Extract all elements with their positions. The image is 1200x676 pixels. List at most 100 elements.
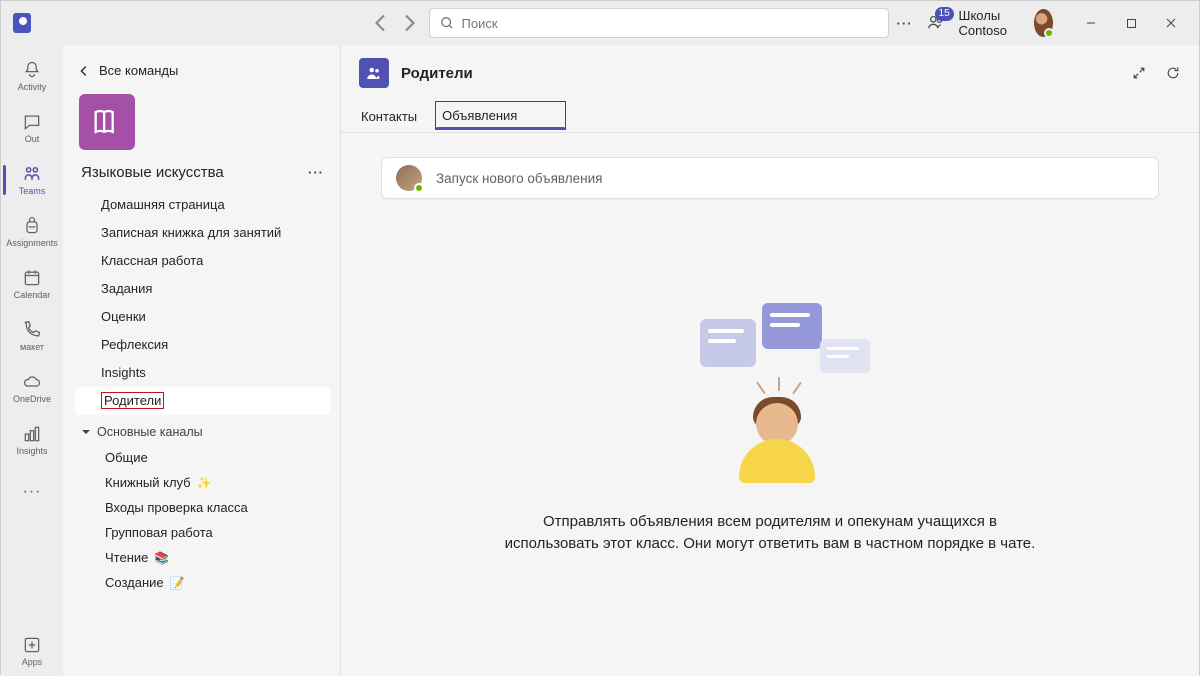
- sparkle-icon: ✨: [197, 476, 212, 490]
- main-panel: Родители Контакты Объявления Запуск ново…: [341, 45, 1199, 676]
- sub-channel-item[interactable]: Чтение 📚: [75, 545, 330, 570]
- title-bar: ··· 15 Школы Contoso: [1, 1, 1199, 45]
- rail-label: макет: [20, 342, 44, 352]
- nav-forward-button[interactable]: [397, 11, 421, 35]
- sub-channel-item[interactable]: Общие: [75, 445, 330, 470]
- rail-label: Calendar: [14, 290, 51, 300]
- book-icon: [90, 105, 124, 139]
- tab-bar: Контакты Объявления: [341, 101, 1199, 133]
- calendar-icon: [22, 268, 42, 288]
- sub-channel-label: Групповая работа: [105, 525, 213, 540]
- chat-icon: [22, 112, 42, 132]
- notification-badge: 15: [935, 7, 954, 21]
- more-options-button[interactable]: ···: [897, 16, 913, 31]
- chevron-left-icon: [77, 64, 91, 78]
- empty-state-text: Отправлять объявления всем родителям и о…: [505, 511, 1036, 555]
- tab-announcements[interactable]: Объявления: [435, 101, 566, 130]
- channel-item[interactable]: Оценки: [75, 303, 330, 331]
- rail-label: Apps: [22, 657, 43, 667]
- channels-section-toggle[interactable]: Основные каналы: [75, 415, 330, 445]
- channel-item[interactable]: Домашняя страница: [75, 191, 330, 219]
- sub-channel-item[interactable]: Групповая работа: [75, 520, 330, 545]
- window-close-button[interactable]: [1151, 8, 1191, 38]
- tab-contacts[interactable]: Контакты: [359, 101, 419, 132]
- sub-channel-item[interactable]: Создание 📝: [75, 570, 330, 595]
- presence-available-icon: [414, 183, 424, 193]
- cloud-icon: [22, 372, 42, 392]
- rail-apps[interactable]: Apps: [5, 626, 59, 676]
- sub-channel-label: Книжный клуб: [105, 475, 191, 490]
- rail-label: OneDrive: [13, 394, 51, 404]
- channel-item[interactable]: Классная работа: [75, 247, 330, 275]
- speech-bubble-icon: [820, 339, 870, 373]
- more-icon: ···: [23, 483, 42, 501]
- channel-label: Родители: [101, 392, 164, 409]
- back-all-teams[interactable]: Все команды: [75, 59, 330, 88]
- empty-state: Отправлять объявления всем родителям и о…: [381, 309, 1159, 555]
- search-field[interactable]: [462, 16, 878, 31]
- chevron-down-icon: [81, 427, 91, 437]
- section-label: Основные каналы: [97, 425, 203, 439]
- apps-icon: [22, 635, 42, 655]
- channel-item[interactable]: Insights: [75, 359, 330, 387]
- page-header: Родители: [341, 45, 1199, 101]
- empty-line-2: использовать этот класс. Они могут ответ…: [505, 533, 1036, 555]
- search-icon: [440, 16, 454, 30]
- teams-icon: [22, 164, 42, 184]
- refresh-icon[interactable]: [1165, 65, 1181, 81]
- channel-item-parents[interactable]: Родители: [75, 387, 330, 415]
- empty-illustration: [670, 309, 870, 489]
- rail-label: Teams: [19, 186, 46, 196]
- team-avatar[interactable]: [79, 94, 135, 150]
- sub-channel-label: Входы проверка класса: [105, 500, 248, 515]
- rail-activity[interactable]: Activity: [5, 51, 59, 101]
- rail-teams[interactable]: Teams: [5, 155, 59, 205]
- phone-icon: [22, 320, 42, 340]
- rail-label: Insights: [16, 446, 47, 456]
- notifications-button[interactable]: 15: [927, 13, 945, 34]
- team-sidebar: Все команды Языковые искусства ··· Домаш…: [63, 45, 341, 676]
- nav-back-button[interactable]: [369, 11, 393, 35]
- rail-label: Assignments: [6, 238, 58, 248]
- team-more-button[interactable]: ···: [308, 165, 324, 180]
- page-title: Родители: [401, 65, 473, 82]
- sub-channel-item[interactable]: Входы проверка класса: [75, 495, 330, 520]
- channel-item[interactable]: Задания: [75, 275, 330, 303]
- rail-calendar[interactable]: Calendar: [5, 259, 59, 309]
- sub-channel-label: Чтение: [105, 550, 148, 565]
- sub-channel-label: Общие: [105, 450, 148, 465]
- parents-app-icon: [359, 58, 389, 88]
- rail-more[interactable]: ···: [5, 467, 59, 517]
- note-icon: 📝: [170, 576, 185, 590]
- rail-insights[interactable]: Insights: [5, 415, 59, 465]
- expand-icon[interactable]: [1131, 65, 1147, 81]
- window-minimize-button[interactable]: [1071, 8, 1111, 38]
- rail-onedrive[interactable]: OneDrive: [5, 363, 59, 413]
- new-announcement-button[interactable]: Запуск нового объявления: [381, 157, 1159, 199]
- rail-calls[interactable]: макет: [5, 311, 59, 361]
- empty-line-1: Отправлять объявления всем родителям и о…: [505, 511, 1036, 533]
- search-input[interactable]: [429, 8, 889, 38]
- window-maximize-button[interactable]: [1111, 8, 1151, 38]
- bell-icon: [22, 60, 42, 80]
- compose-placeholder: Запуск нового объявления: [436, 171, 602, 186]
- people-filled-icon: [365, 64, 383, 82]
- insights-icon: [22, 424, 42, 444]
- sub-channel-item[interactable]: Книжный клуб ✨: [75, 470, 330, 495]
- sub-channel-label: Создание: [105, 575, 164, 590]
- user-avatar[interactable]: [1034, 9, 1053, 37]
- channel-item[interactable]: Записная книжка для занятий: [75, 219, 330, 247]
- team-name: Языковые искусства: [81, 164, 224, 181]
- rail-label: Activity: [18, 82, 47, 92]
- rail-assignments[interactable]: Assignments: [5, 207, 59, 257]
- org-name-label: Школы Contoso: [959, 8, 1021, 38]
- backpack-icon: [22, 216, 42, 236]
- channel-item[interactable]: Рефлексия: [75, 331, 330, 359]
- presence-available-icon: [1044, 28, 1054, 38]
- back-label: Все команды: [99, 63, 178, 78]
- teams-logo-icon: [13, 13, 31, 33]
- books-icon: 📚: [154, 551, 169, 565]
- speech-bubble-icon: [762, 303, 822, 349]
- rail-chat[interactable]: Out: [5, 103, 59, 153]
- app-rail: Activity Out Teams Assignments Calendar …: [1, 45, 63, 676]
